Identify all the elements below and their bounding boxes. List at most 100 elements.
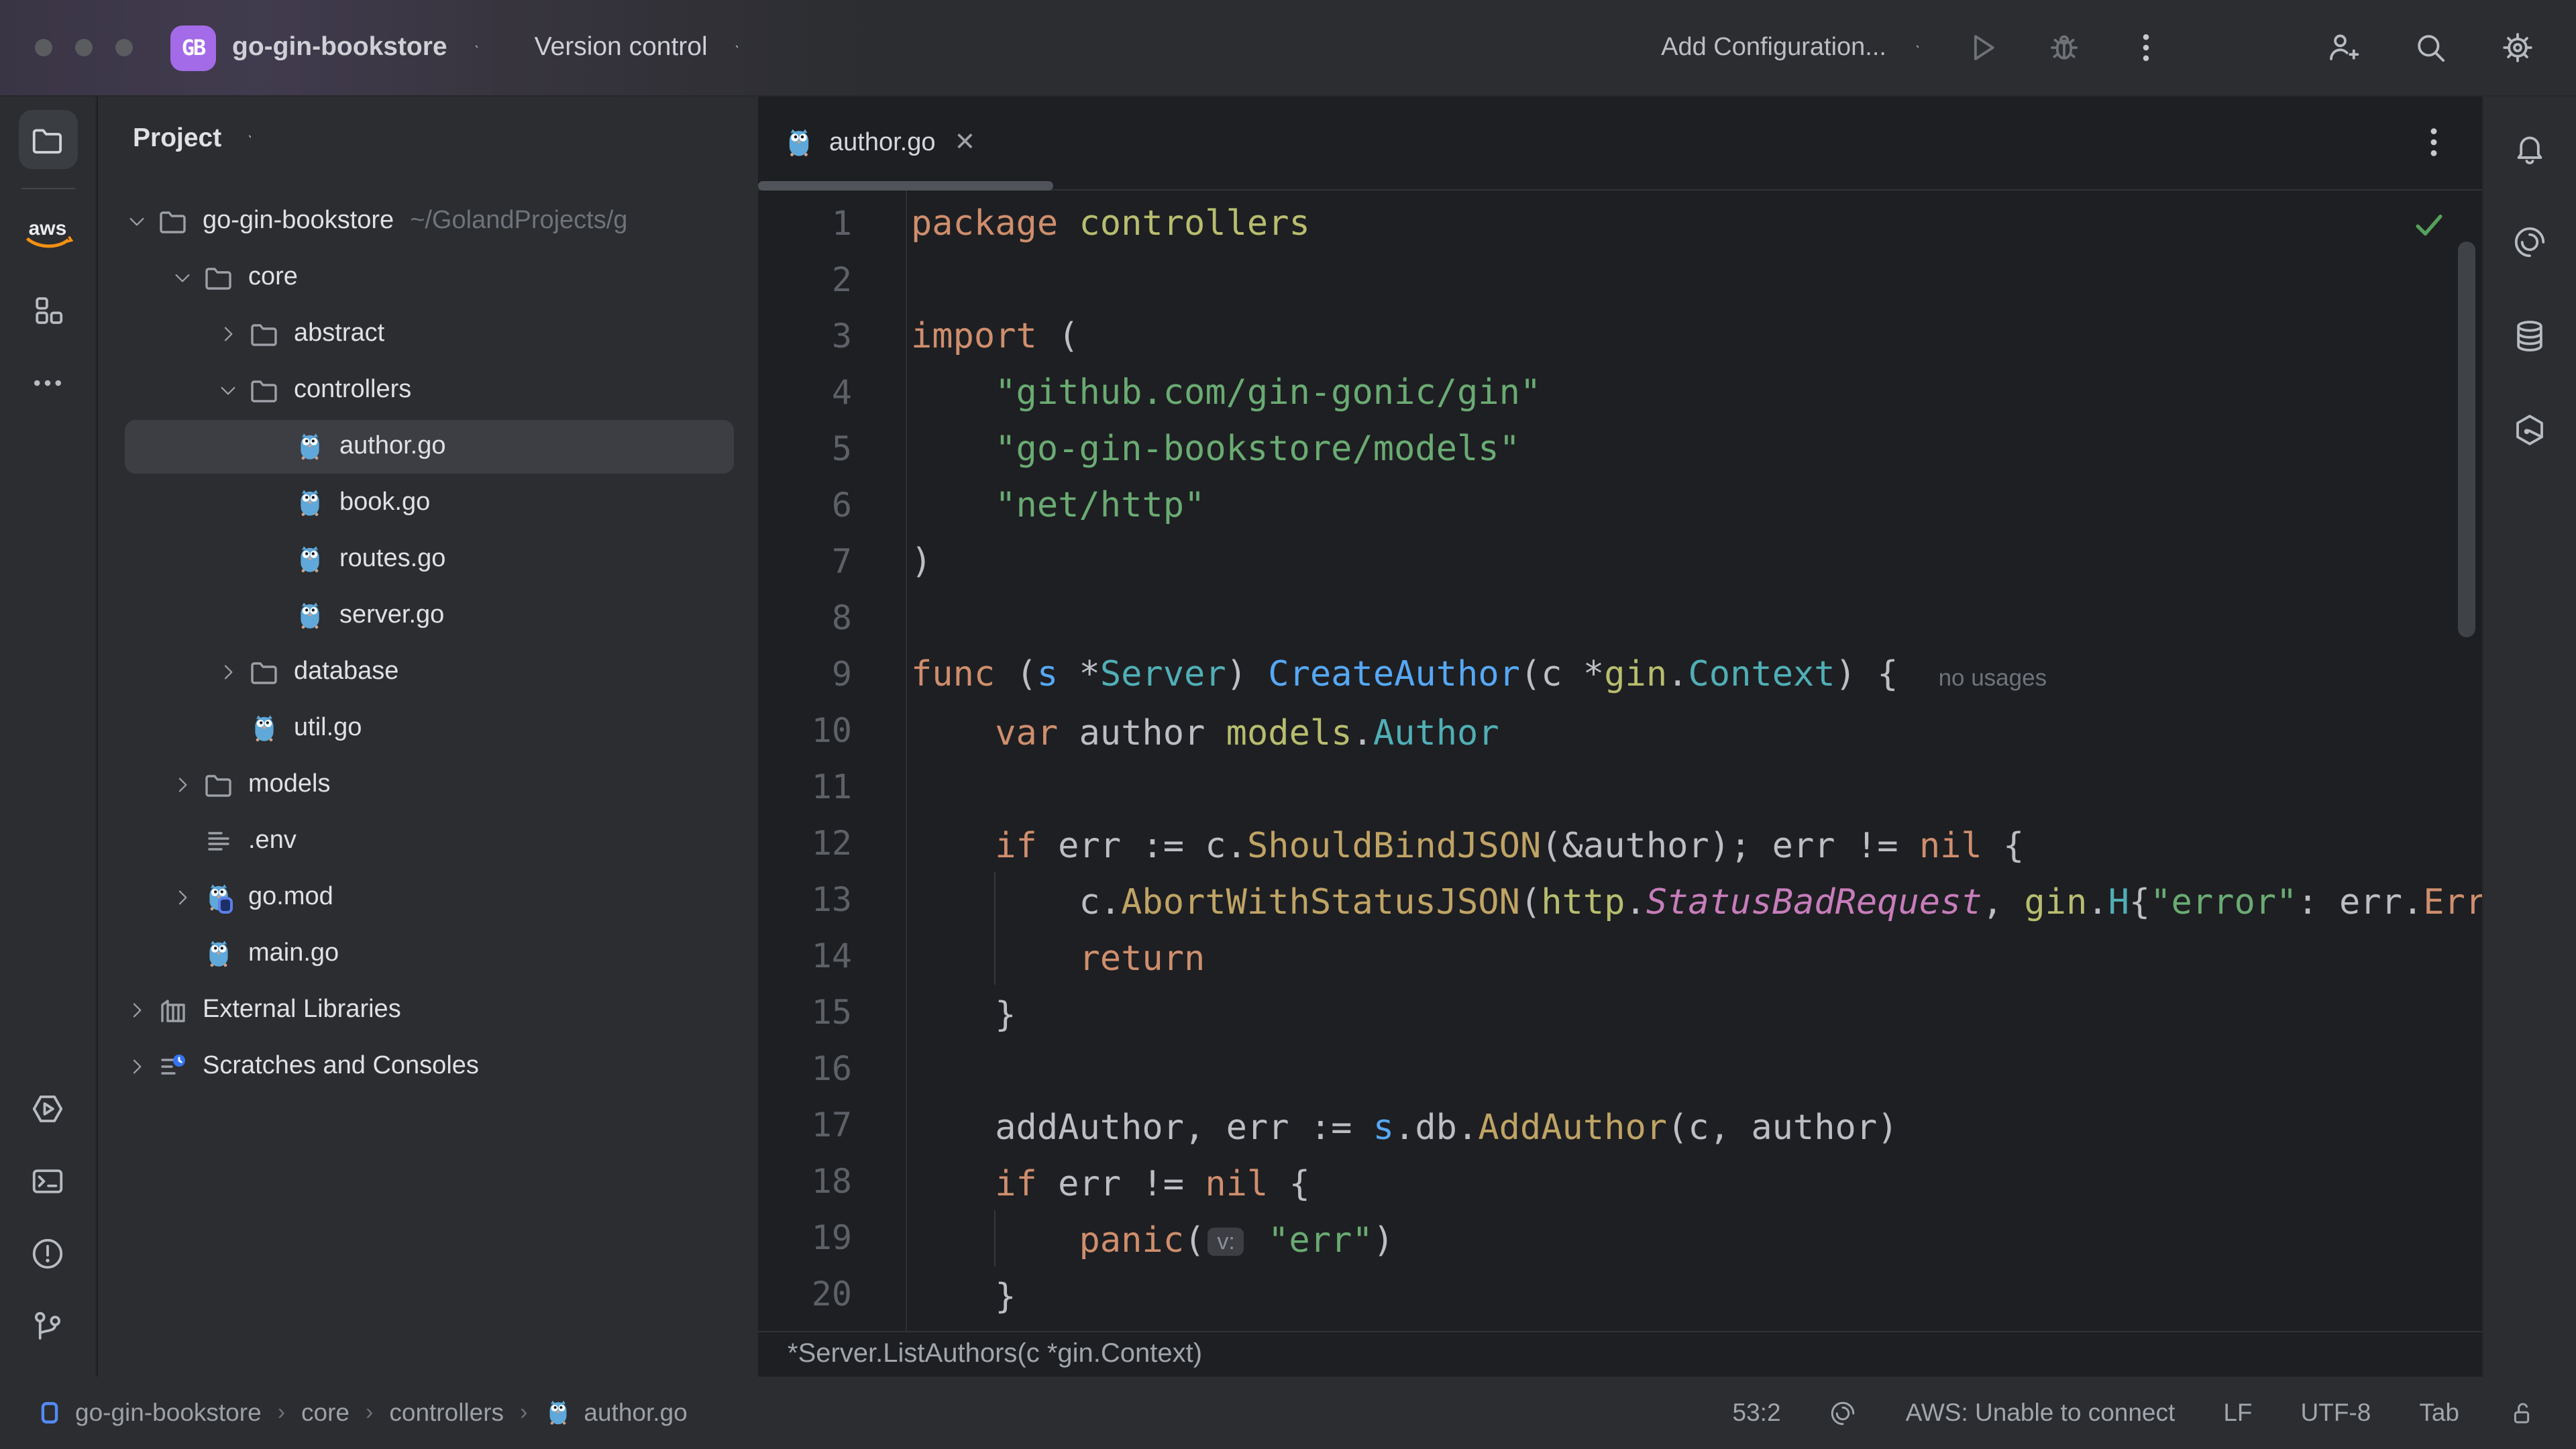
notifications-tool-button[interactable]: [2500, 118, 2559, 177]
editor-tab-author-go[interactable]: author.go ✕: [758, 97, 997, 189]
tab-title: author.go: [829, 128, 936, 158]
project-tree: go-gin-bookstore~/GolandProjects/g core ab…: [98, 193, 758, 1095]
tree-chevron-right-icon[interactable]: [208, 323, 248, 345]
ai-assistant-tool-button[interactable]: [2500, 212, 2559, 271]
editor-vertical-scrollbar[interactable]: [2458, 241, 2475, 637]
code-line: [911, 590, 2482, 647]
git-tool-button[interactable]: [18, 1296, 77, 1355]
tree-row-main-go[interactable]: main.go: [98, 926, 758, 982]
encoding-widget[interactable]: UTF-8: [2301, 1398, 2371, 1428]
tree-row-go-mod[interactable]: go.mod: [98, 869, 758, 926]
run-button[interactable]: [1964, 30, 2000, 66]
gopher-icon: [248, 712, 280, 745]
breadcrumb-core[interactable]: core: [301, 1398, 350, 1428]
more-actions-button[interactable]: [2128, 30, 2164, 66]
breadcrumb-controllers[interactable]: controllers: [389, 1398, 504, 1428]
line-number: 11: [758, 759, 852, 816]
project-square-icon: [35, 1398, 64, 1428]
more-tool-windows-button[interactable]: [18, 353, 77, 412]
tree-row-server-go[interactable]: server.go: [98, 588, 758, 644]
tree-item-label: routes.go: [339, 545, 445, 574]
project-tool-button[interactable]: [18, 110, 77, 169]
tree-chevron-right-icon[interactable]: [162, 774, 203, 796]
debug-button[interactable]: [2046, 30, 2082, 66]
dependencies-tool-button[interactable]: [2500, 400, 2559, 459]
tree-row-abstract[interactable]: abstract: [98, 306, 758, 362]
code-with-me-icon[interactable]: [2325, 30, 2361, 66]
tree-row-go-gin-bookstore[interactable]: go-gin-bookstore~/GolandProjects/g: [98, 193, 758, 250]
tree-chevron-down-icon[interactable]: [117, 211, 157, 232]
tree-item-label: author.go: [339, 432, 446, 462]
tab-close-icon[interactable]: ✕: [955, 127, 976, 158]
gopher-icon: [294, 600, 326, 632]
ai-assistant-status-icon[interactable]: [1829, 1399, 1858, 1427]
structure-tool-button[interactable]: [18, 280, 77, 339]
tree-chevron-right-icon[interactable]: [208, 661, 248, 683]
tree-row-util-go[interactable]: util.go: [98, 700, 758, 757]
run-configuration-selector[interactable]: Add Configuration...: [1661, 33, 1919, 62]
window-controls[interactable]: [0, 39, 170, 56]
folder-icon: [203, 769, 235, 801]
envfile-icon: [203, 825, 235, 857]
aws-connection-widget[interactable]: AWS: Unable to connect: [1906, 1398, 2176, 1428]
scratch-icon: [157, 1051, 189, 1083]
tree-row-author-go[interactable]: author.go: [98, 419, 758, 475]
window-minimize-button[interactable]: [75, 39, 93, 56]
run-tool-button[interactable]: [18, 1079, 77, 1138]
project-panel-header[interactable]: Project: [98, 97, 758, 158]
folder-icon: [248, 318, 280, 350]
status-bar: go-gin-bookstore›core›controllers›author…: [0, 1377, 2576, 1449]
tree-row-database[interactable]: database: [98, 644, 758, 700]
tree-row-book-go[interactable]: book.go: [98, 475, 758, 531]
breadcrumb-author-go[interactable]: author.go: [543, 1398, 687, 1428]
vcs-selector[interactable]: Version control: [535, 32, 739, 63]
aws-toolkit-button[interactable]: aws: [18, 208, 77, 267]
breadcrumb-go-gin-bookstore[interactable]: go-gin-bookstore: [35, 1398, 262, 1428]
window-zoom-button[interactable]: [115, 39, 133, 56]
problems-tool-button[interactable]: [18, 1224, 77, 1283]
tree-row-controllers[interactable]: controllers: [98, 362, 758, 419]
code-editor[interactable]: 1234567891011121314151617181920 package …: [758, 191, 2482, 1331]
left-stripe-bottom: [0, 1065, 95, 1368]
editor-tab-bar: author.go ✕: [758, 97, 2482, 191]
project-selector[interactable]: go-gin-bookstore: [232, 32, 478, 63]
folder-icon: [157, 205, 189, 237]
chevron-down-icon: [720, 38, 739, 57]
chev-icon: [126, 1056, 148, 1077]
window-close-button[interactable]: [35, 39, 52, 56]
breadcrumb-label: core: [301, 1398, 350, 1428]
active-tab-underline: [758, 181, 1053, 191]
caret-position-widget[interactable]: 53:2: [1733, 1398, 1781, 1428]
line-number: 16: [758, 1041, 852, 1097]
indent-widget[interactable]: Tab: [2419, 1398, 2459, 1428]
tree-row-external-libraries[interactable]: External Libraries: [98, 982, 758, 1038]
code-line: ): [911, 534, 2482, 590]
gopher-icon: [203, 938, 235, 970]
tree-chevron-down-icon[interactable]: [162, 267, 203, 288]
tree-row-core[interactable]: core: [98, 250, 758, 306]
tree-chevron-right-icon[interactable]: [117, 1056, 157, 1077]
tree-row-models[interactable]: models: [98, 757, 758, 813]
line-separator-widget[interactable]: LF: [2223, 1398, 2252, 1428]
gomod-icon: [203, 881, 235, 914]
tree-row-scratches-and-consoles[interactable]: Scratches and Consoles: [98, 1038, 758, 1095]
inspections-ok-check-icon[interactable]: [2411, 207, 2447, 243]
tree-row-routes-go[interactable]: routes.go: [98, 531, 758, 588]
settings-gear-icon[interactable]: [2500, 30, 2536, 66]
tree-item-label: abstract: [294, 319, 384, 349]
chevron-down-icon: [1900, 38, 1919, 57]
line-number: 19: [758, 1210, 852, 1267]
problems-icon: [30, 1235, 66, 1271]
line-number: 4: [758, 365, 852, 421]
tree-item-label: core: [248, 263, 298, 292]
database-tool-button[interactable]: [2500, 306, 2559, 365]
terminal-tool-button[interactable]: [18, 1151, 77, 1210]
left-tool-stripe: aws: [0, 97, 97, 1377]
tree-chevron-down-icon[interactable]: [208, 380, 248, 401]
tree-chevron-right-icon[interactable]: [117, 1000, 157, 1021]
tree-chevron-right-icon[interactable]: [162, 887, 203, 908]
editor-options-kebab-icon[interactable]: [2415, 123, 2453, 161]
search-everywhere-icon[interactable]: [2412, 30, 2449, 66]
tree-row--env[interactable]: .env: [98, 813, 758, 869]
lock-open-icon[interactable]: [2508, 1399, 2536, 1427]
